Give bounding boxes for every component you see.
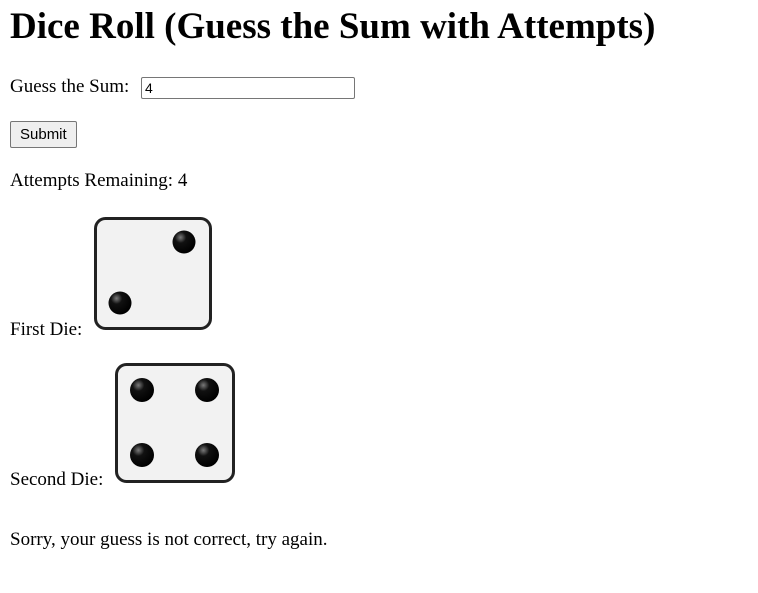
die-face bbox=[94, 217, 212, 330]
submit-button[interactable]: Submit bbox=[10, 121, 77, 148]
guess-input[interactable] bbox=[141, 77, 355, 99]
guess-label: Guess the Sum: bbox=[10, 76, 130, 97]
die-pip bbox=[108, 291, 132, 315]
die-pip bbox=[130, 378, 154, 402]
attempts-label: Attempts Remaining: bbox=[10, 170, 174, 191]
second-die-label: Second Die: bbox=[10, 469, 104, 490]
first-die-label: First Die: bbox=[10, 319, 83, 340]
dice-four-icon bbox=[115, 363, 235, 483]
attempts-count: 4 bbox=[177, 170, 188, 191]
second-die-graphic bbox=[115, 363, 235, 483]
die-pip bbox=[195, 443, 219, 467]
die-pip bbox=[172, 230, 196, 254]
attempts-remaining: Attempts Remaining: 4 bbox=[10, 170, 187, 192]
page-title: Dice Roll (Guess the Sum with Attempts) bbox=[10, 6, 656, 47]
dice-two-icon bbox=[94, 217, 212, 331]
first-die-graphic bbox=[94, 217, 212, 330]
die-pip bbox=[195, 378, 219, 402]
die-pip bbox=[130, 443, 154, 467]
result-message: Sorry, your guess is not correct, try ag… bbox=[10, 529, 328, 550]
